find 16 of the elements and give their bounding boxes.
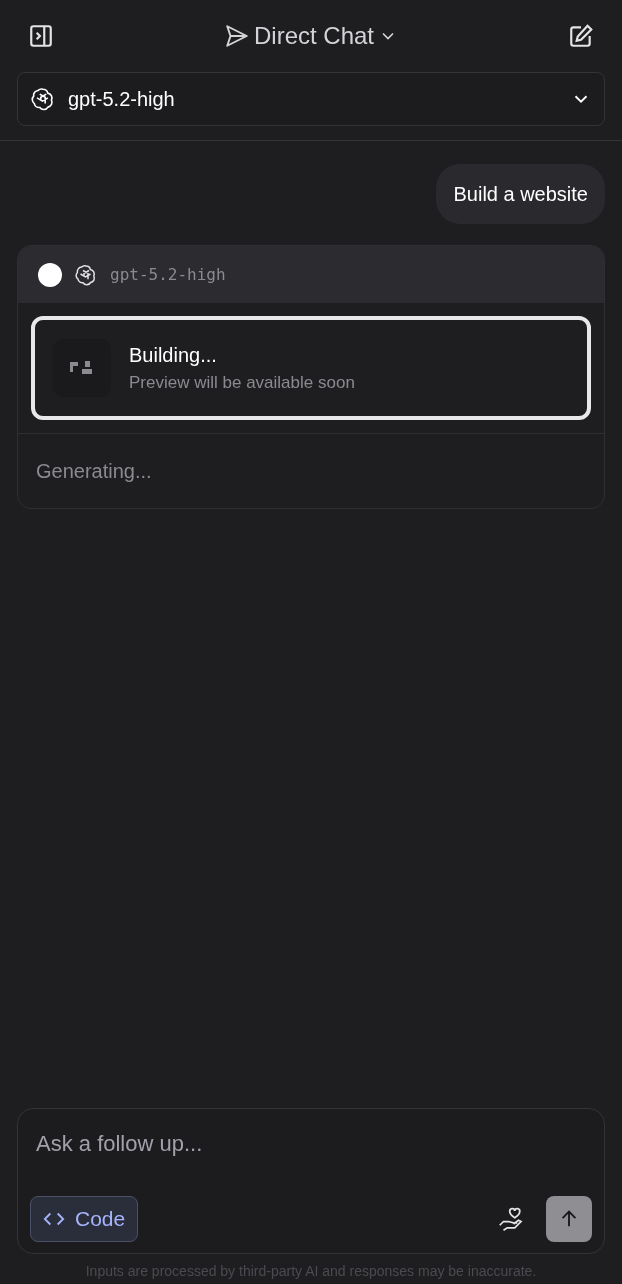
code-mode-button[interactable]: Code	[30, 1196, 139, 1242]
build-card[interactable]: Building... Preview will be available soon	[31, 316, 591, 420]
generating-status: Generating...	[36, 460, 152, 482]
build-title: Building...	[129, 343, 218, 369]
chat-title[interactable]: Direct Chat	[253, 18, 374, 54]
model-label: gpt-5.2-high	[110, 263, 226, 286]
message-input[interactable]: Ask a follow up...	[30, 1127, 592, 1160]
send-button[interactable]	[546, 1196, 592, 1242]
send-icon	[223, 23, 250, 49]
new-chat-icon[interactable]	[568, 23, 594, 49]
sidebar-toggle-icon[interactable]	[28, 23, 54, 49]
user-message: Build a website	[436, 164, 605, 224]
building-blocks-icon	[70, 360, 94, 376]
model-name: gpt-5.2-high	[68, 87, 176, 112]
model-selector[interactable]: gpt-5.2-high	[17, 72, 605, 126]
build-subtitle: Preview will be available soon	[129, 372, 355, 395]
